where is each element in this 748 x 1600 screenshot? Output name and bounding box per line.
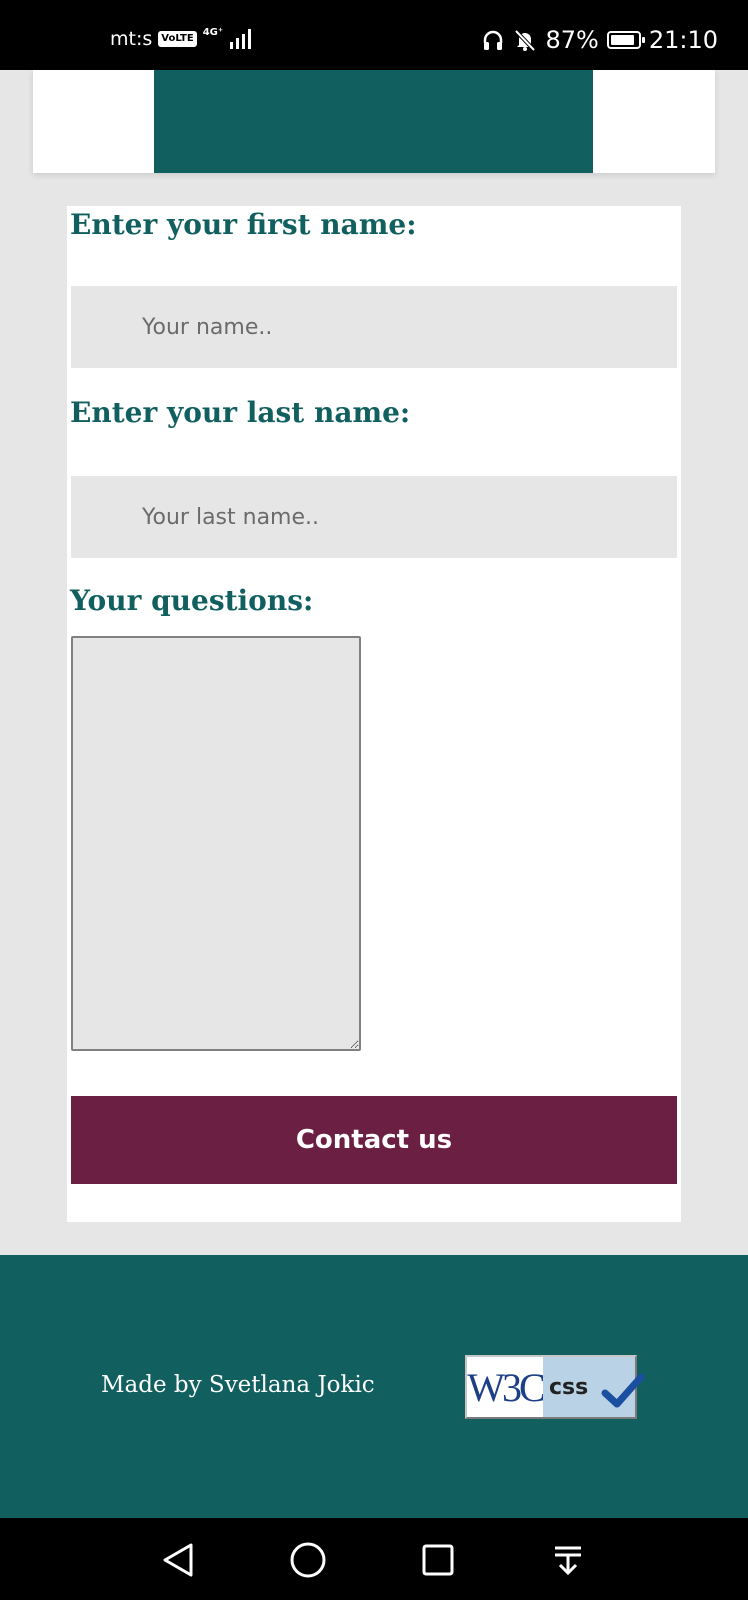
status-bar: mt:s VoLTE 4G⁺ 87% 21:10 [0,0,748,70]
bell-muted-icon [515,29,536,52]
css-label: css [543,1357,645,1417]
last-name-label: Enter your last name: [70,396,411,429]
recents-button[interactable] [416,1538,460,1582]
back-button[interactable] [156,1538,200,1582]
status-left: mt:s VoLTE 4G⁺ [110,28,255,50]
recents-icon [422,1544,454,1576]
w3c-logo-text: W3C [467,1357,546,1417]
battery-percent: 87% [545,26,599,54]
status-right: 87% 21:10 [481,26,718,54]
first-name-label: Enter your first name: [70,208,417,241]
checkmark-icon [601,1373,645,1408]
system-nav-bar [0,1518,748,1600]
w3c-css-badge[interactable]: W3C css [465,1355,645,1419]
contact-form: Enter your first name: Enter your last n… [67,206,681,1222]
header-card [33,70,715,173]
contact-us-button[interactable]: Contact us [71,1096,677,1184]
first-name-input[interactable] [71,286,677,368]
back-icon [163,1543,193,1577]
header-banner [154,70,593,173]
footer: Made by Svetlana Jokic W3C css [0,1255,748,1518]
headphones-icon [484,30,503,50]
notifications-pull-icon [555,1546,581,1576]
clock: 21:10 [648,26,718,54]
battery-icon [606,31,645,49]
signal-icon [230,29,252,49]
home-icon [290,1542,326,1578]
questions-textarea[interactable] [71,636,361,1051]
carrier-name: mt:s [110,28,153,50]
questions-label: Your questions: [70,584,314,617]
network-type: 4G⁺ [202,27,224,38]
css-text: css [549,1374,589,1400]
last-name-input[interactable] [71,476,677,558]
notifications-pull-button[interactable] [546,1538,590,1582]
volte-badge: VoLTE [158,31,197,47]
home-button[interactable] [286,1538,330,1582]
footer-credit: Made by Svetlana Jokic [101,1372,375,1398]
